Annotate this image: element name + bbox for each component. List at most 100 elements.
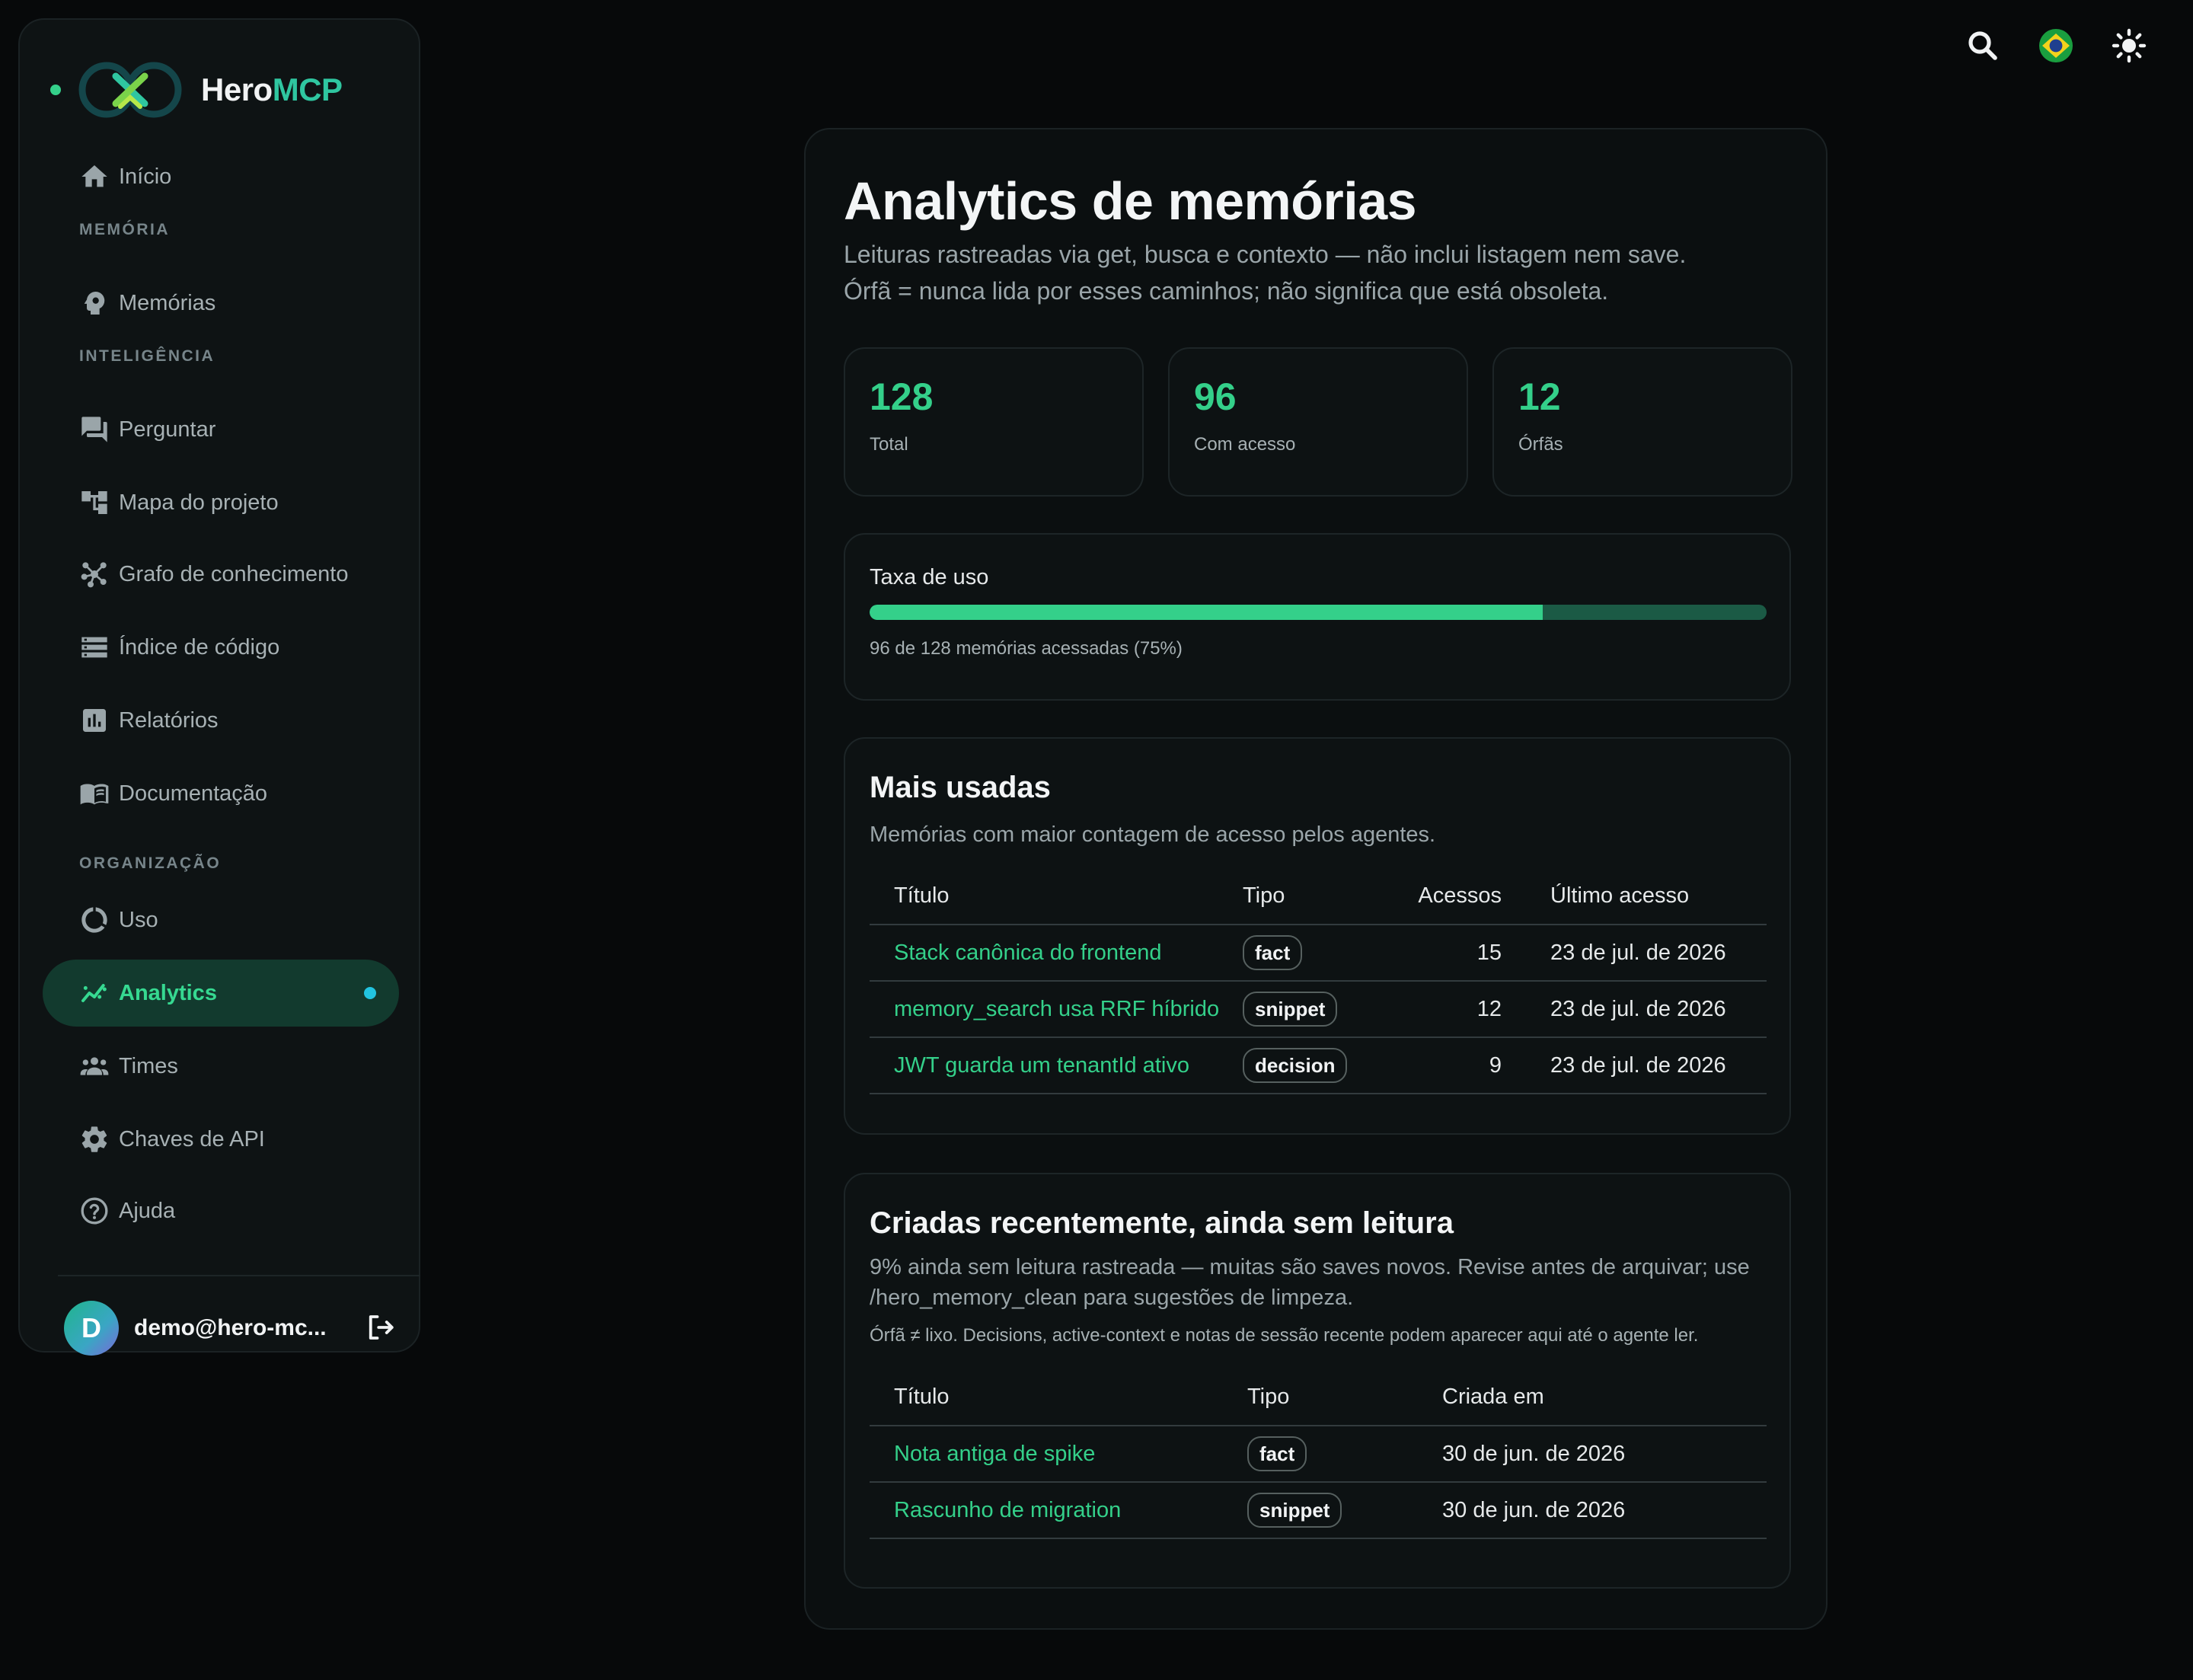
section-description: Memórias com maior contagem de acesso pe…: [870, 822, 1436, 847]
sidebar-item-label: Relatórios: [119, 707, 219, 733]
stat-value: 128: [870, 375, 934, 418]
section-organizacao: ORGANIZAÇÃO: [79, 854, 222, 872]
created-date: 30 de jun. de 2026: [1442, 1426, 1767, 1483]
memory-title-link[interactable]: Stack canônica do frontend: [870, 925, 1243, 982]
type-badge: fact: [1247, 1436, 1307, 1471]
section-title: Criadas recentemente, ainda sem leitura: [870, 1206, 1454, 1240]
section-description: 9% ainda sem leitura rastreada — muitas …: [870, 1255, 1750, 1279]
user-email: demo@hero-mc...: [134, 1315, 327, 1340]
type-badge: decision: [1243, 1048, 1348, 1083]
column-header: Tipo: [1247, 1369, 1442, 1426]
type-badge: snippet: [1243, 992, 1338, 1027]
type-cell: decision: [1243, 1037, 1365, 1094]
type-cell: fact: [1243, 925, 1365, 982]
memory-title-link[interactable]: Rascunho de migration: [870, 1482, 1247, 1539]
access-count: 15: [1365, 925, 1502, 982]
most-used-panel: Mais usadas Memórias com maior contagem …: [844, 737, 1791, 1135]
sidebar-item-label: Chaves de API: [119, 1126, 265, 1151]
language-flag-icon[interactable]: [2038, 27, 2074, 64]
bar-chart-icon: [79, 705, 110, 736]
sidebar-item-label: Analytics: [119, 980, 217, 1005]
sidebar-item-label: Ajuda: [119, 1198, 176, 1223]
sidebar-item-indice[interactable]: Índice de código: [43, 614, 399, 681]
column-header: Criada em: [1442, 1369, 1767, 1426]
sidebar-item-label: Perguntar: [119, 417, 216, 442]
usage-progress-fill: [870, 605, 1543, 620]
brand[interactable]: HeroMCP: [50, 61, 343, 119]
table-header-row: Título Tipo Criada em: [870, 1369, 1767, 1426]
access-count: 9: [1365, 1037, 1502, 1094]
brain-icon: [79, 288, 110, 318]
user-profile[interactable]: D demo@hero-mc...: [64, 1301, 327, 1356]
theme-toggle-icon[interactable]: [2111, 27, 2147, 64]
analytics-card: Analytics de memórias Leituras rastreada…: [804, 128, 1828, 1630]
page-title: Analytics de memórias: [844, 171, 1417, 231]
stat-label: Com acesso: [1194, 434, 1296, 455]
recent-unread-panel: Criadas recentemente, ainda sem leitura …: [844, 1173, 1791, 1589]
graph-icon: [79, 559, 110, 589]
table-header-row: Título Tipo Acessos Último acesso: [870, 868, 1767, 925]
list-icon: [79, 632, 110, 663]
sidebar-item-label: Índice de código: [119, 634, 280, 660]
page-subtitle: Leituras rastreadas via get, busca e con…: [844, 241, 1687, 268]
sidebar-item-label: Memórias: [119, 290, 216, 315]
sidebar-item-label: Documentação: [119, 781, 268, 806]
sidebar-item-memorias[interactable]: Memórias: [43, 270, 399, 337]
sidebar-item-label: Mapa do projeto: [119, 490, 279, 515]
usage-text: 96 de 128 memórias acessadas (75%): [870, 638, 1183, 659]
memory-title-link[interactable]: JWT guarda um tenantId ativo: [870, 1037, 1243, 1094]
memory-title-link[interactable]: memory_search usa RRF híbrido: [870, 981, 1243, 1038]
avatar: D: [64, 1301, 119, 1356]
table-row: Stack canônica do frontend fact 15 23 de…: [870, 925, 1767, 982]
created-date: 30 de jun. de 2026: [1442, 1482, 1767, 1539]
help-icon: [79, 1196, 110, 1226]
sidebar-item-chaves[interactable]: Chaves de API: [43, 1106, 399, 1173]
stat-label: Total: [870, 434, 908, 455]
search-icon[interactable]: [1965, 27, 2001, 64]
sidebar-item-mapa[interactable]: Mapa do projeto: [43, 469, 399, 536]
stat-total: 128 Total: [844, 347, 1144, 497]
usage-label: Taxa de uso: [870, 565, 989, 589]
sidebar-item-times[interactable]: Times: [43, 1033, 399, 1100]
logo-icon: [78, 62, 182, 118]
logout-icon[interactable]: [364, 1311, 396, 1343]
usage-panel: Taxa de uso 96 de 128 memórias acessadas…: [844, 533, 1791, 701]
usage-progress-bar: [870, 605, 1767, 620]
sidebar-divider: [58, 1275, 420, 1276]
tree-icon: [79, 487, 110, 518]
section-memoria: MEMÓRIA: [79, 221, 170, 238]
last-access: 23 de jul. de 2026: [1502, 1037, 1767, 1094]
stat-orfas: 12 Órfãs: [1492, 347, 1792, 497]
type-cell: snippet: [1247, 1482, 1442, 1539]
table-row: Nota antiga de spike fact 30 de jun. de …: [870, 1426, 1767, 1483]
memory-title-link[interactable]: Nota antiga de spike: [870, 1426, 1247, 1483]
column-header: Tipo: [1243, 868, 1365, 925]
sidebar-item-label: Grafo de conhecimento: [119, 561, 349, 586]
sidebar-item-relatorios[interactable]: Relatórios: [43, 687, 399, 754]
sidebar-item-label: Times: [119, 1053, 178, 1078]
sidebar-item-inicio[interactable]: Início: [43, 143, 399, 210]
sidebar-item-grafo[interactable]: Grafo de conhecimento: [43, 541, 399, 608]
donut-icon: [79, 905, 110, 935]
sidebar-item-ajuda[interactable]: Ajuda: [43, 1177, 399, 1244]
type-cell: fact: [1247, 1426, 1442, 1483]
column-header: Acessos: [1365, 868, 1502, 925]
sidebar-item-analytics[interactable]: Analytics: [43, 960, 399, 1027]
sidebar-item-perguntar[interactable]: Perguntar: [43, 396, 399, 463]
stat-value: 12: [1518, 375, 1561, 418]
stat-com-acesso: 96 Com acesso: [1168, 347, 1468, 497]
section-inteligencia: INTELIGÊNCIA: [79, 347, 215, 365]
column-header: Último acesso: [1502, 868, 1767, 925]
section-note: Órfã ≠ lixo. Decisions, active-context e…: [870, 1325, 1699, 1346]
active-indicator: [364, 987, 376, 999]
recent-table: Título Tipo Criada em Nota antiga de spi…: [870, 1369, 1767, 1539]
trend-icon: [79, 978, 110, 1008]
last-access: 23 de jul. de 2026: [1502, 925, 1767, 982]
column-header: Título: [870, 1369, 1247, 1426]
table-row: Rascunho de migration snippet 30 de jun.…: [870, 1482, 1767, 1539]
column-header: Título: [870, 868, 1243, 925]
sidebar-item-uso[interactable]: Uso: [43, 886, 399, 953]
sidebar-item-documentacao[interactable]: Documentação: [43, 760, 399, 827]
last-access: 23 de jul. de 2026: [1502, 981, 1767, 1038]
gear-icon: [79, 1124, 110, 1155]
